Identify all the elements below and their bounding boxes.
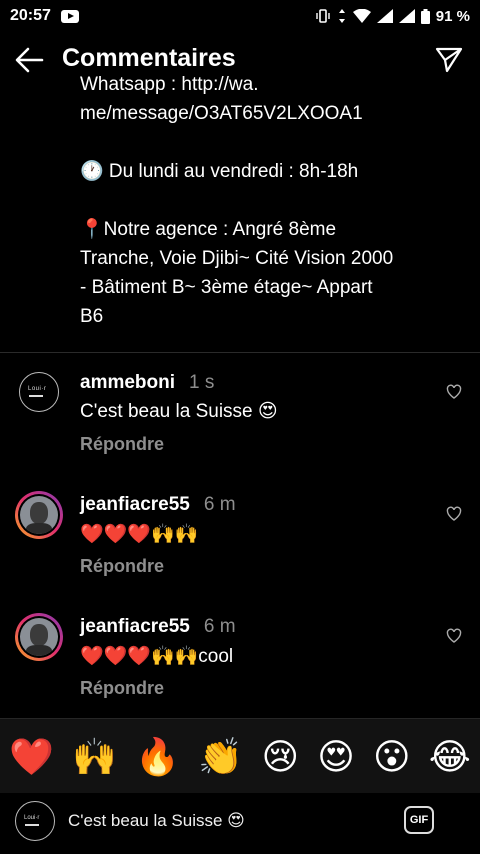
battery-icon bbox=[420, 8, 430, 24]
avatar[interactable] bbox=[15, 613, 63, 661]
signal-4g-icon bbox=[398, 9, 415, 23]
comment-item: jeanfiacre55 6 m ❤️❤️❤️🙌🙌cool Répondre bbox=[0, 613, 480, 726]
emoji-raised-hands-button[interactable]: 🙌 bbox=[72, 736, 117, 778]
like-heart-icon[interactable] bbox=[446, 506, 462, 522]
emoji-clap-button[interactable]: 👏 bbox=[198, 736, 243, 778]
comment-username[interactable]: jeanfiacre55 bbox=[80, 616, 190, 637]
status-time: 20:57 bbox=[10, 7, 51, 24]
status-icons: 91 % bbox=[315, 0, 470, 32]
signal-icon bbox=[376, 9, 393, 23]
comment-text: C'est beau la Suisse 😍 bbox=[80, 401, 278, 422]
comment-text: ❤️❤️❤️🙌🙌cool bbox=[80, 646, 234, 667]
emoji-reaction-bar: ❤️ 🙌 🔥 👏 😢 😍 😮 😂 bbox=[0, 718, 480, 794]
like-heart-icon[interactable] bbox=[446, 628, 462, 644]
reply-button[interactable]: Répondre bbox=[80, 678, 164, 699]
page-title: Commentaires bbox=[62, 44, 236, 72]
youtube-notification-icon bbox=[60, 9, 79, 23]
comment-time: 1 s bbox=[189, 372, 215, 393]
emoji-laughing-button[interactable]: 😂 bbox=[429, 736, 471, 778]
like-heart-icon[interactable] bbox=[446, 384, 462, 400]
comment-item: Loui·r ammeboni 1 s C'est beau la Suisse … bbox=[0, 372, 480, 482]
reply-button[interactable]: Répondre bbox=[80, 556, 164, 577]
avatar-logo-text: Loui·r bbox=[28, 386, 47, 392]
comment-time: 6 m bbox=[203, 616, 236, 637]
comment-header: jeanfiacre55 6 m bbox=[80, 616, 236, 638]
post-caption: Whatsapp : http://wa. me/message/O3AT65V… bbox=[80, 74, 394, 327]
status-bar: 20:57 91 % bbox=[0, 0, 480, 32]
comment-text: ❤️❤️❤️🙌🙌 bbox=[80, 524, 199, 545]
comment-time: 6 m bbox=[203, 494, 236, 515]
divider bbox=[0, 352, 480, 353]
comment-item: jeanfiacre55 6 m ❤️❤️❤️🙌🙌 Répondre bbox=[0, 491, 480, 604]
comment-header: ammeboni 1 s bbox=[80, 372, 214, 394]
vibrate-icon bbox=[316, 9, 330, 23]
comment-username[interactable]: jeanfiacre55 bbox=[80, 494, 190, 515]
emoji-crying-button[interactable]: 😢 bbox=[261, 736, 299, 778]
emoji-surprised-button[interactable]: 😮 bbox=[373, 736, 411, 778]
emoji-heart-eyes-button[interactable]: 😍 bbox=[317, 736, 355, 778]
back-arrow-icon[interactable] bbox=[14, 46, 46, 74]
reply-button[interactable]: Répondre bbox=[80, 434, 164, 455]
wifi-icon bbox=[352, 9, 371, 23]
emoji-heart-button[interactable]: ❤️ bbox=[9, 736, 54, 778]
avatar[interactable] bbox=[15, 491, 63, 539]
avatar-logo-text: Loui·r bbox=[24, 815, 40, 821]
battery-level: 91 % bbox=[435, 7, 470, 25]
comment-header: jeanfiacre55 6 m bbox=[80, 494, 236, 516]
data-arrows-icon bbox=[338, 9, 345, 23]
my-avatar: Loui·r bbox=[15, 801, 55, 841]
avatar[interactable]: Loui·r bbox=[19, 372, 59, 412]
comment-input[interactable]: C'est beau la Suisse 😍 bbox=[68, 811, 245, 831]
comment-username[interactable]: ammeboni bbox=[80, 372, 175, 393]
comment-input-bar: Loui·r C'est beau la Suisse 😍 GIF bbox=[0, 793, 480, 854]
gif-button[interactable]: GIF bbox=[404, 806, 434, 834]
emoji-fire-button[interactable]: 🔥 bbox=[135, 736, 180, 778]
